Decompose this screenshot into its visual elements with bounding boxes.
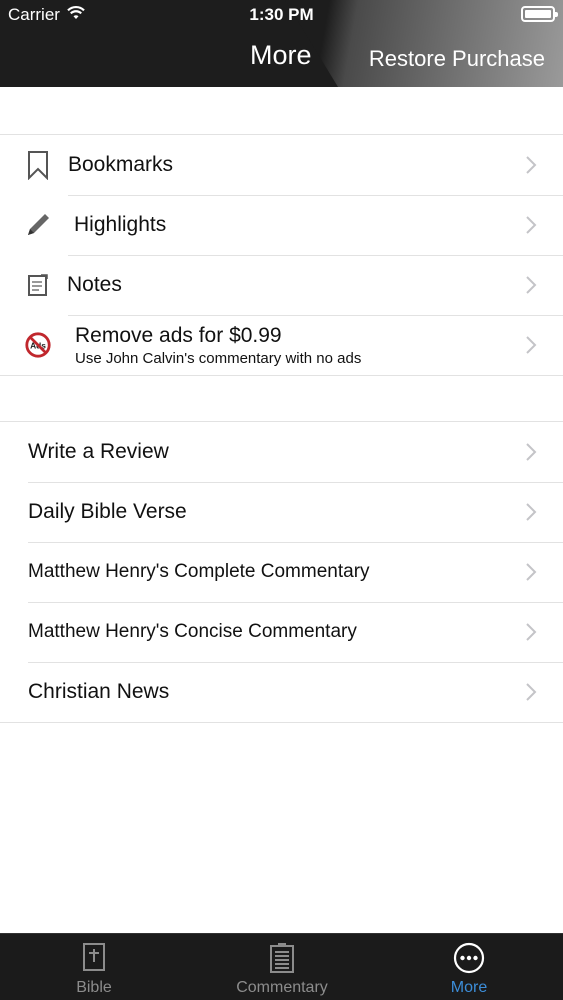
more-icon [375,942,563,974]
chevron-right-icon [526,216,537,234]
restore-purchase-button[interactable]: Restore Purchase [369,46,545,72]
chevron-right-icon [526,683,537,701]
navigation-header: Carrier 1:30 PM More Restore Purchase [0,0,563,87]
chevron-right-icon [526,443,537,461]
bookmark-icon [24,150,52,180]
chevron-right-icon [526,623,537,641]
commentary-icon [188,942,376,974]
chevron-right-icon [526,503,537,521]
list-item-concise-commentary[interactable]: Matthew Henry's Concise Commentary [0,602,563,662]
list-item-label: Matthew Henry's Complete Commentary [28,561,370,582]
tab-more[interactable]: More [375,934,563,1000]
chevron-right-icon [526,276,537,294]
tab-bar: Bible Commentary More [0,933,563,1000]
page-title: More [250,40,312,70]
list-item-sublabel: Use John Calvin's commentary with no ads [75,349,362,367]
chevron-right-icon [526,563,537,581]
pencil-icon [24,210,52,240]
links-list: Write a Review Daily Bible Verse Matthew… [0,421,563,723]
list-item-label: Daily Bible Verse [28,500,187,523]
chevron-right-icon [526,156,537,174]
status-bar: Carrier 1:30 PM [0,0,563,30]
tab-label: Commentary [236,979,328,996]
list-item-label: Christian News [28,680,170,703]
list-item-write-review[interactable]: Write a Review [0,422,563,482]
list-item-label: Bookmarks [68,153,174,176]
chevron-right-icon [526,336,537,354]
list-item-complete-commentary[interactable]: Matthew Henry's Complete Commentary [0,542,563,602]
list-item-notes[interactable]: Notes [0,255,563,315]
list-item-highlights[interactable]: Highlights [0,195,563,255]
no-ads-icon: Ads [24,330,52,360]
battery-icon [521,6,558,22]
list-item-label: Write a Review [28,440,169,463]
tab-bible[interactable]: Bible [0,934,188,1000]
list-item-christian-news[interactable]: Christian News [0,662,563,722]
list-item-label: Highlights [74,213,167,236]
clock: 1:30 PM [249,5,314,24]
bible-icon [0,942,188,974]
list-item-remove-ads[interactable]: Ads Remove ads for $0.99 Use John Calvin… [0,315,563,375]
notes-icon [24,270,52,300]
tab-label: Bible [76,979,112,996]
list-item-bookmarks[interactable]: Bookmarks [0,135,563,195]
list-item-label: Matthew Henry's Concise Commentary [28,621,357,642]
tab-commentary[interactable]: Commentary [188,934,376,1000]
features-list: Bookmarks Highlights Notes Ads Remove ad… [0,134,563,376]
list-item-daily-verse[interactable]: Daily Bible Verse [0,482,563,542]
list-item-label: Remove ads for $0.99 [75,323,282,347]
list-item-label: Notes [67,273,122,296]
tab-label: More [450,979,488,996]
